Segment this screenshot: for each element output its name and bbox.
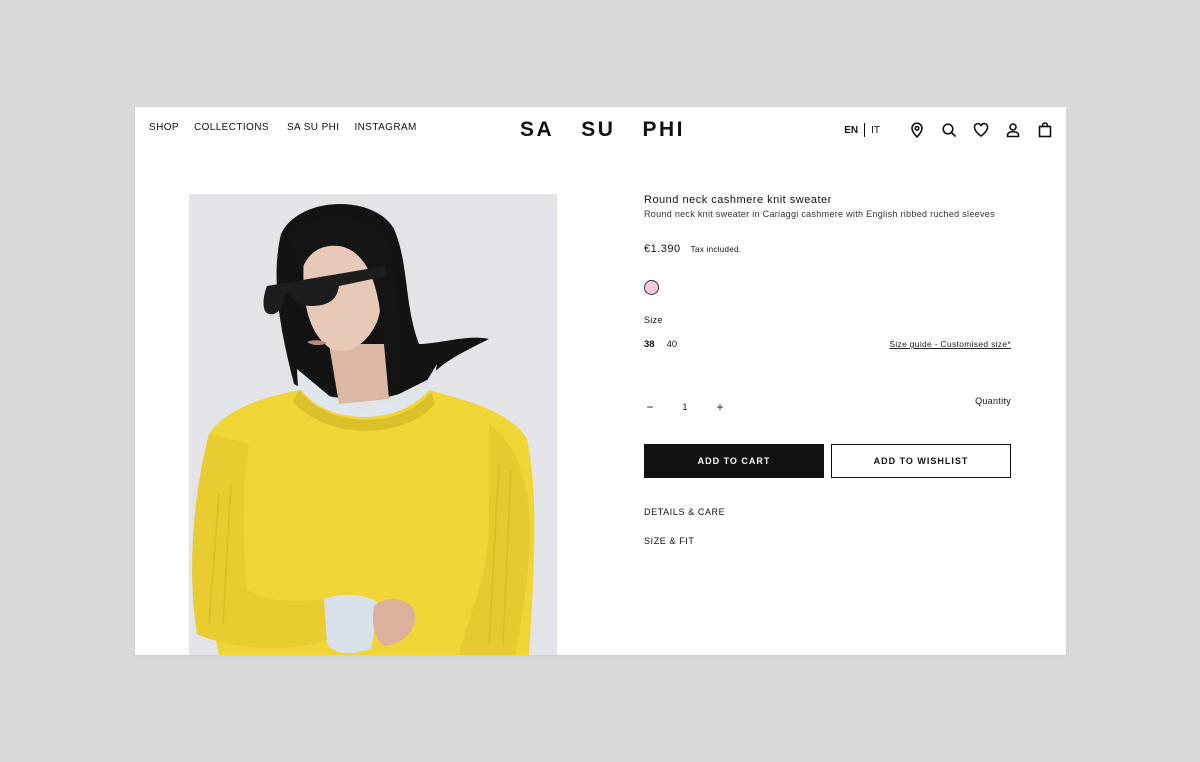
size-label: Size [644,315,663,325]
quantity-stepper: − 1 + Quantity [644,396,1011,414]
location-pin-icon[interactable] [908,121,926,139]
product-title: Round neck cashmere knit sweater [644,194,832,206]
brand-logo[interactable]: SA SU PHI [520,118,685,142]
product-details: Round neck cashmere knit sweater Round n… [644,194,1011,546]
lang-divider [864,123,866,137]
size-guide-link[interactable]: Size guide - Customised size* [889,339,1011,349]
shopping-bag-icon[interactable] [1036,121,1054,139]
product-subtitle: Round neck knit sweater in Cariaggi cash… [644,209,995,219]
quantity-value[interactable]: 1 [656,402,714,412]
lang-en[interactable]: EN [844,125,858,136]
lang-it[interactable]: IT [871,125,880,136]
logo-part-phi: PHI [642,118,685,141]
size-option-40[interactable]: 40 [667,339,678,350]
logo-part-sa: SA [520,118,555,141]
nav-instagram[interactable]: INSTAGRAM [354,122,416,133]
user-icon[interactable] [1004,121,1022,139]
heart-icon[interactable] [972,121,990,139]
nav-collections[interactable]: COLLECTIONS [194,122,269,133]
product-image[interactable] [189,194,557,655]
logo-part-su: SU [581,118,616,141]
quantity-increase-button[interactable]: + [714,400,726,414]
header-actions: EN IT [844,121,1054,139]
add-to-cart-button[interactable]: ADD TO CART [644,444,824,478]
main-nav: SHOP COLLECTIONS SA SU PHI INSTAGRAM [149,122,432,133]
nav-shop[interactable]: SHOP [149,122,179,133]
action-buttons: ADD TO CART ADD TO WISHLIST [644,444,1011,478]
details-care-accordion[interactable]: DETAILS & CARE [644,507,1011,517]
tax-note: Tax included. [690,245,742,254]
add-to-wishlist-button[interactable]: ADD TO WISHLIST [831,444,1011,478]
nav-sa-su-phi[interactable]: SA SU PHI [287,122,340,133]
browser-window: SHOP COLLECTIONS SA SU PHI INSTAGRAM SA … [135,107,1066,655]
product-price: €1.390 [644,243,681,255]
quantity-decrease-button[interactable]: − [644,400,656,414]
color-swatch[interactable] [644,280,659,295]
size-fit-accordion[interactable]: SIZE & FIT [644,536,1011,546]
search-icon[interactable] [940,121,958,139]
language-switcher: EN IT [844,123,880,137]
size-option-38[interactable]: 38 [644,339,655,350]
model-illustration [189,194,557,655]
quantity-label: Quantity [975,396,1011,406]
size-selector: 38 40 Size guide - Customised size* [644,339,1011,350]
price-row: €1.390 Tax included. [644,243,1011,255]
